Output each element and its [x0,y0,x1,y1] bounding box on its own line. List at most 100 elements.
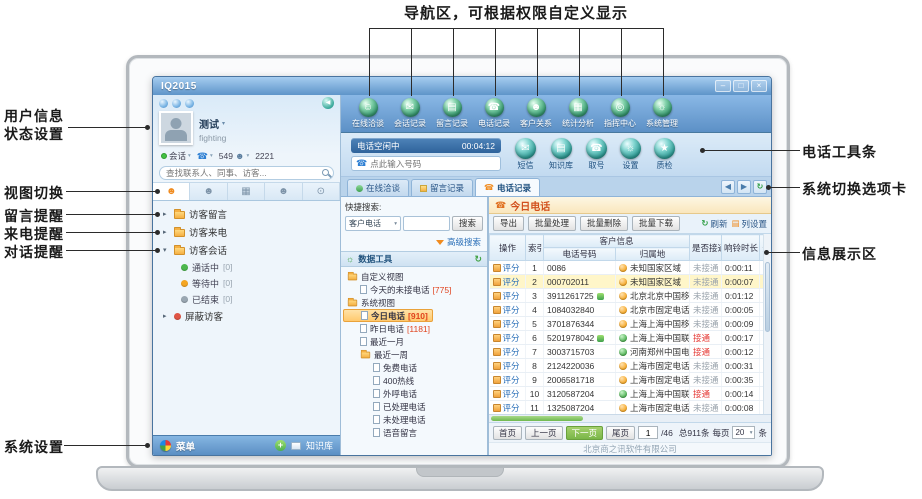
nav-item-online-chat[interactable]: ☺在线洽谈 [347,95,389,132]
tree-item-sessions[interactable]: ▾ 访客会话 [153,241,340,259]
batch-process-button[interactable]: 批量处理 [528,216,576,231]
quality-check-button[interactable]: ★质检 [654,138,675,171]
chevron-down-icon[interactable]: ▾ [188,153,191,159]
close-button[interactable]: × [751,80,767,92]
table-row[interactable]: 评分82124220036上海市固定电话未接通0:00:31 [490,359,772,373]
tab-message-records[interactable]: 留言记录 [411,179,473,196]
skin-icon[interactable] [172,99,181,108]
nav-item-message-records[interactable]: ▤留言记录 [431,95,473,132]
view-tree-item[interactable]: 已处理电话 [343,400,485,413]
forward-button[interactable]: ▶ [737,180,751,194]
rate-link[interactable]: 评分 [503,375,520,385]
next-page-button[interactable]: 下一页 [566,426,604,440]
visitors-count[interactable]: 2221 [255,151,274,161]
view-tree-item[interactable]: 400热线 [343,374,485,387]
table-row[interactable]: 评分73003715703河南郑州中国电信接通0:00:120 [490,345,772,359]
help-icon[interactable] [185,99,194,108]
view-tree-item[interactable]: 系统视图 [343,296,485,309]
tree-item-incoming-calls[interactable]: ▸ 访客来电 [153,223,340,241]
rate-link[interactable]: 评分 [503,361,520,371]
last-page-button[interactable]: 尾页 [606,426,635,440]
refresh-button[interactable]: ↻刷新 [701,218,727,230]
tree-item-ended[interactable]: 已结束 [0] [153,291,340,307]
batch-delete-button[interactable]: 批量删除 [580,216,628,231]
view-tree-item[interactable]: 外呼电话 [343,387,485,400]
get-number-button[interactable]: ☎取号 [586,138,607,171]
settings-button[interactable]: ☼设置 [620,138,641,171]
knowledge-base-button[interactable]: 知识库 [306,439,333,452]
chevron-down-icon[interactable]: ▾ [222,120,225,127]
rate-link[interactable]: 评分 [503,403,520,413]
column-setup-button[interactable]: ▤列设置 [731,218,767,230]
refresh-icon[interactable]: ↻ [474,254,482,265]
tab-call-records[interactable]: ☎电话记录 [475,178,540,196]
quick-search-input[interactable] [403,216,450,231]
batch-download-button[interactable]: 批量下载 [632,216,680,231]
horizontal-scrollbar[interactable] [489,414,771,422]
per-page-select[interactable]: 20▾ [732,426,755,439]
view-tree-item[interactable]: 昨日电话[1181] [343,322,485,335]
vertical-scrollbar[interactable] [763,234,771,414]
view-tab-colleagues[interactable]: ☻ [190,183,227,200]
search-category-select[interactable]: 客户电话 ▾ [345,216,401,231]
view-tab-visitors[interactable]: ☻ [265,183,302,200]
collapse-panel-icon[interactable]: ◀ [322,97,334,109]
view-tab-history[interactable]: ⊙ [303,183,340,200]
scrollbar-thumb[interactable] [765,262,770,332]
knowledge-base-button[interactable]: ▤知识库 [549,138,573,171]
view-tab-groups[interactable]: ▦ [228,183,265,200]
tab-online-chat[interactable]: 在线洽谈 [347,179,409,196]
view-tree-item[interactable]: 自定义视图 [343,270,485,283]
rate-link[interactable]: 评分 [503,291,520,301]
view-tree-item[interactable]: 语音留言 [343,426,485,439]
rate-link[interactable]: 评分 [503,389,520,399]
add-button[interactable]: + [275,440,286,451]
first-page-button[interactable]: 首页 [493,426,522,440]
nav-item-statistics[interactable]: ▦统计分析 [557,95,599,132]
rate-link[interactable]: 评分 [503,263,520,273]
user-card[interactable]: 测试 ▾ fighting [153,109,340,149]
tree-item-in-call[interactable]: 通话中 [0] [153,259,340,275]
advanced-search-link[interactable]: 高级搜索 [447,236,481,248]
search-input[interactable] [159,166,334,180]
table-row[interactable]: 评分33911261725北京北京中国移动未接通0:01:12 [490,289,772,303]
page-number-input[interactable] [638,426,658,439]
dial-input[interactable] [370,159,496,169]
rate-link[interactable]: 评分 [503,319,520,329]
col-phone[interactable]: 电话号码 [544,248,616,261]
sms-button[interactable]: ✉短信 [515,138,536,171]
chevron-down-icon[interactable]: ▾ [210,153,213,159]
view-tree-item[interactable]: 最近一月 [343,335,485,348]
rate-link[interactable]: 评分 [503,333,520,343]
minimize-button[interactable]: – [715,80,731,92]
table-row[interactable]: 评分41084032840北京市固定电话未接通0:00:05 [490,303,772,317]
tree-item-waiting[interactable]: 等待中 [0] [153,275,340,291]
collapse-arrow-icon[interactable]: ▾ [163,246,170,254]
view-tree-item[interactable]: 最近一周 [343,348,485,361]
search-button[interactable]: 搜索 [452,216,483,231]
table-row[interactable]: 评分103120587204上海上海中国联通接通0:00:14 [490,387,772,401]
table-row[interactable]: 评分92006581718上海市固定电话未接通0:00:35 [490,373,772,387]
refresh-button[interactable]: ↻ [753,180,767,194]
nav-item-customer-relations[interactable]: ☻客户关系 [515,95,557,132]
search-icon[interactable] [322,169,329,176]
chevron-down-icon[interactable]: ▾ [246,153,249,159]
table-row[interactable]: 评分53701876344上海上海中国移动未接通0:00:090 [490,317,772,331]
view-tree-item[interactable]: 未处理电话 [343,413,485,426]
calls-count[interactable]: 549 [219,151,233,161]
view-tree-item-selected[interactable]: 今日电话[910] [343,309,433,322]
col-region[interactable]: 归属地 [616,248,690,261]
expand-arrow-icon[interactable]: ▸ [163,312,170,320]
scrollbar-thumb[interactable] [491,416,583,421]
rate-link[interactable]: 评分 [503,347,520,357]
rate-link[interactable]: 评分 [503,305,520,315]
nav-item-system-management[interactable]: ☼系统管理 [641,95,683,132]
rate-link[interactable]: 评分 [503,277,520,287]
main-menu-icon[interactable] [159,99,168,108]
nav-item-session-records[interactable]: ✉会话记录 [389,95,431,132]
nav-item-command-center[interactable]: ◎指挥中心 [599,95,641,132]
tree-item-messages[interactable]: ▸ 访客留言 [153,205,340,223]
export-button[interactable]: 导出 [493,216,524,231]
col-op[interactable]: 操作 [490,235,526,261]
view-tree-item[interactable]: 今天的未接电话[775] [343,283,485,296]
